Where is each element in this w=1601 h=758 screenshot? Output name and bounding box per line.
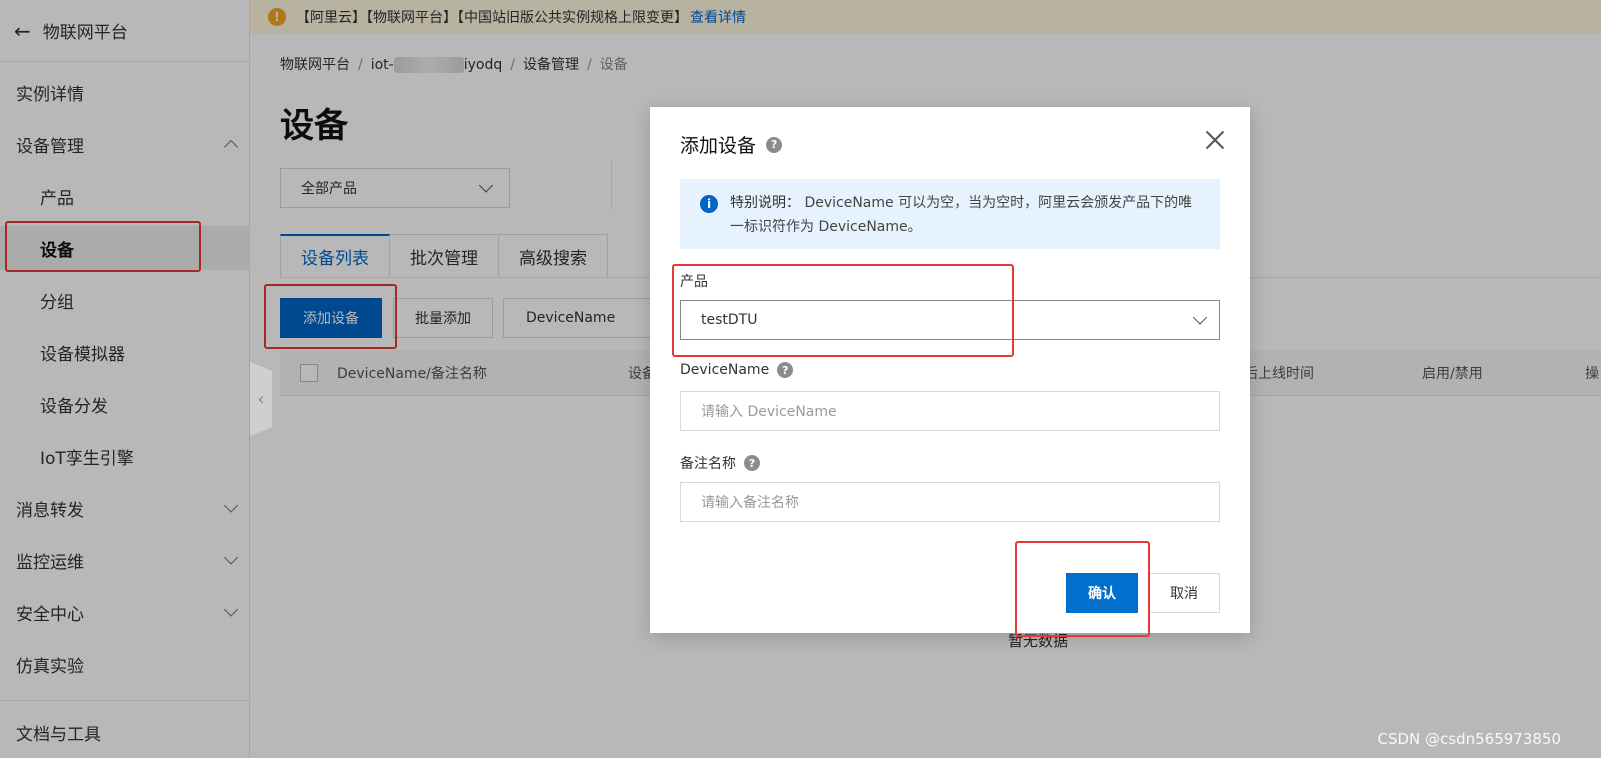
- info-icon: i: [700, 195, 718, 213]
- help-icon[interactable]: ?: [744, 455, 760, 471]
- remark-name-input[interactable]: 请输入备注名称: [680, 482, 1220, 522]
- add-device-dialog: 添加设备 ? i 特别说明： DeviceName 可以为空，当为空时，阿里云会…: [650, 107, 1250, 633]
- notice-box: i 特别说明： DeviceName 可以为空，当为空时，阿里云会颁发产品下的唯…: [680, 179, 1220, 249]
- close-icon[interactable]: [1200, 125, 1230, 155]
- product-select[interactable]: testDTU: [680, 300, 1220, 340]
- devicename-input[interactable]: 请输入 DeviceName: [680, 391, 1220, 431]
- watermark: CSDN @csdn565973850: [1377, 730, 1561, 748]
- remark-label: 备注名称 ?: [680, 453, 760, 473]
- chevron-down-icon: [1192, 310, 1208, 325]
- dialog-title: 添加设备 ?: [680, 131, 783, 158]
- help-icon[interactable]: ?: [777, 362, 794, 378]
- devicename-placeholder: 请输入 DeviceName: [701, 404, 837, 420]
- product-select-value: testDTU: [701, 312, 758, 328]
- confirm-button[interactable]: 确认: [1066, 573, 1138, 613]
- devicename-label-text: DeviceName: [680, 362, 770, 378]
- dialog-title-text: 添加设备: [680, 135, 757, 157]
- cancel-button[interactable]: 取消: [1148, 573, 1220, 613]
- notice-text: DeviceName 可以为空，当为空时，阿里云会颁发产品下的唯一标识符作为 D…: [730, 195, 1193, 235]
- product-label: 产品: [680, 271, 708, 291]
- notice-label: 特别说明：: [730, 195, 800, 211]
- product-label-text: 产品: [680, 274, 708, 290]
- remark-placeholder: 请输入备注名称: [701, 495, 799, 511]
- remark-label-text: 备注名称: [680, 456, 736, 472]
- devicename-label: DeviceName ?: [680, 362, 794, 378]
- help-icon[interactable]: ?: [766, 136, 783, 153]
- sidebar-collapse-handle[interactable]: ‹: [250, 362, 272, 436]
- chevron-left-icon: ‹: [257, 388, 265, 410]
